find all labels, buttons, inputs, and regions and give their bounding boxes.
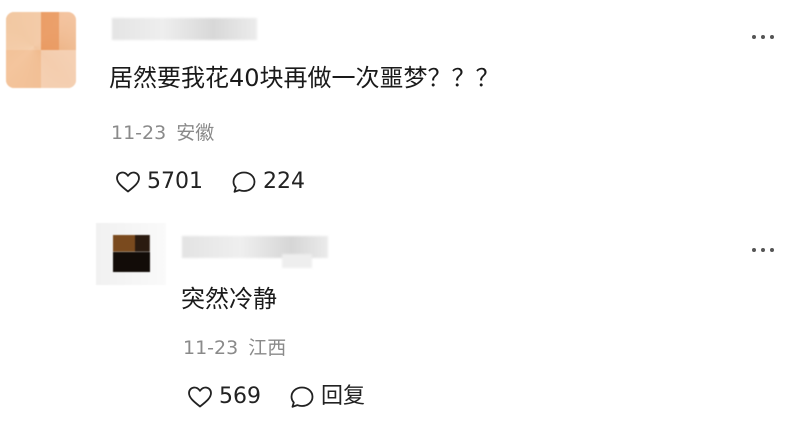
heart-icon: [116, 171, 140, 193]
comment-bubble-icon: [232, 171, 256, 193]
more-dots-icon[interactable]: [752, 245, 780, 255]
comment-date: 11-23: [111, 122, 167, 144]
reply-location: 江西: [248, 337, 287, 359]
reply-count: 224: [263, 169, 305, 194]
reply-actions: 569 回复: [187, 385, 365, 409]
reply-like-count: 569: [219, 384, 261, 409]
more-dots-icon[interactable]: [752, 32, 780, 42]
reply-date: 11-23: [183, 337, 239, 359]
reply-text: 突然冷静: [181, 285, 277, 313]
username-blurred[interactable]: [112, 18, 257, 40]
reply-meta: 11-23 江西: [183, 339, 286, 358]
like-button[interactable]: 5701: [115, 170, 203, 194]
heart-icon: [188, 386, 212, 408]
comment-bubble-icon: [290, 386, 314, 408]
reply-user-avatar[interactable]: [113, 235, 150, 272]
reply-button-label: 回复: [321, 384, 366, 409]
reply-count-button[interactable]: 224: [231, 170, 305, 194]
comment-location: 安徽: [176, 122, 215, 144]
comment-actions: 5701 224: [115, 170, 305, 194]
reply-like-button[interactable]: 569: [187, 385, 261, 409]
comment-meta: 11-23 安徽: [111, 124, 214, 143]
user-avatar[interactable]: [6, 12, 76, 88]
reply-button[interactable]: 回复: [289, 385, 365, 409]
reply-username-blurred[interactable]: [182, 236, 328, 268]
like-count: 5701: [147, 169, 203, 194]
comment-text: 居然要我花40块再做一次噩梦？？？: [109, 64, 500, 92]
